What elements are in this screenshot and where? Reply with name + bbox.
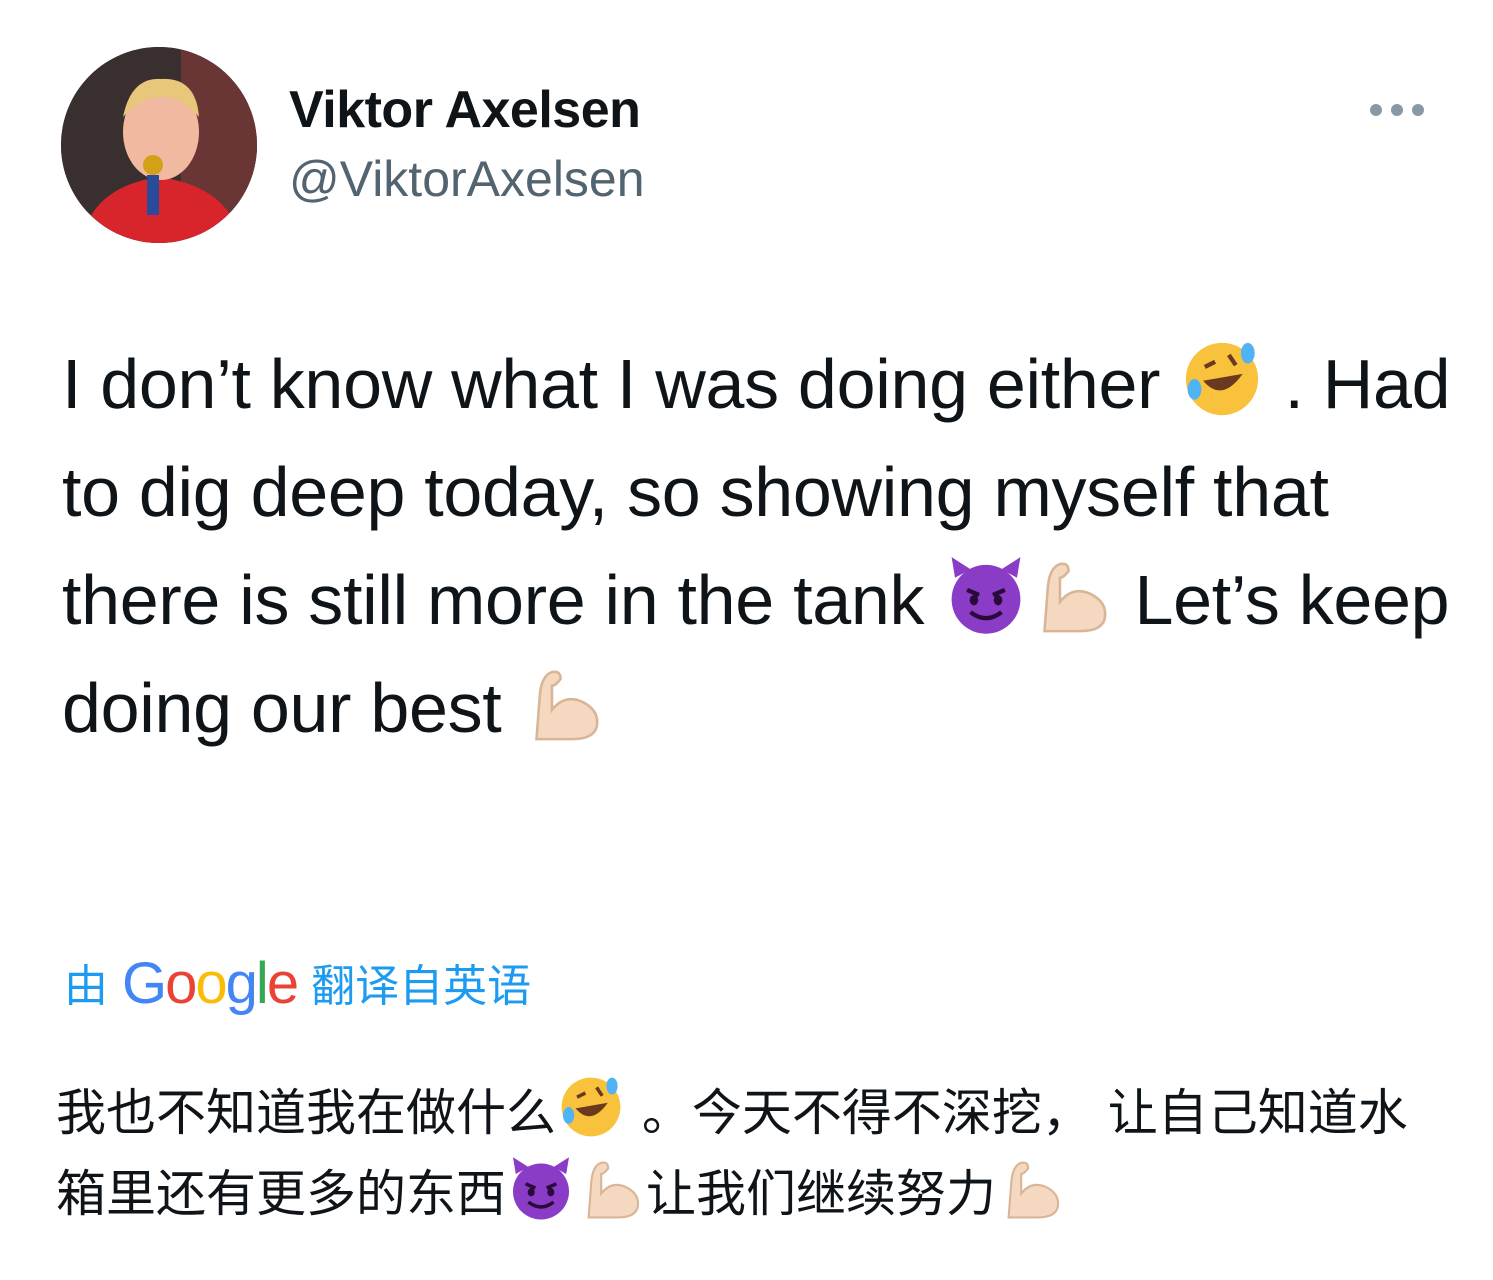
rofl-emoji-icon (1179, 336, 1265, 422)
translation-suffix: 翻译自英语 (311, 962, 532, 1011)
flexed-biceps-emoji-icon (996, 1153, 1066, 1223)
devil-emoji-icon (943, 552, 1029, 638)
avatar[interactable] (61, 47, 257, 243)
translated-text-part: 让我们继续努力 (646, 1165, 996, 1223)
tweet-text: I don’t know what I was doing either . H… (62, 330, 1452, 762)
flexed-biceps-emoji-icon (576, 1153, 646, 1223)
translation-prefix: 由 (64, 962, 108, 1011)
tweet-text-part: I don’t know what I was doing either (62, 345, 1180, 423)
rofl-emoji-icon (556, 1072, 626, 1142)
translation-attribution[interactable]: 由 Google 翻译自英语 (64, 950, 531, 1017)
more-options-icon[interactable] (1366, 92, 1428, 128)
flexed-biceps-emoji-icon (521, 660, 607, 746)
avatar-photo (61, 47, 257, 243)
flexed-biceps-emoji-icon (1029, 552, 1115, 638)
display-name[interactable]: Viktor Axelsen (289, 80, 641, 140)
translated-text: 我也不知道我在做什么 。今天不得不深挖， 让自己知道水箱里还有更多的东西 让我们继… (56, 1072, 1456, 1234)
google-logo: Google (122, 951, 299, 1016)
user-handle[interactable]: @ViktorAxelsen (289, 150, 645, 208)
translated-text-part: 我也不知道我在做什么 (56, 1084, 556, 1142)
devil-emoji-icon (506, 1153, 576, 1223)
